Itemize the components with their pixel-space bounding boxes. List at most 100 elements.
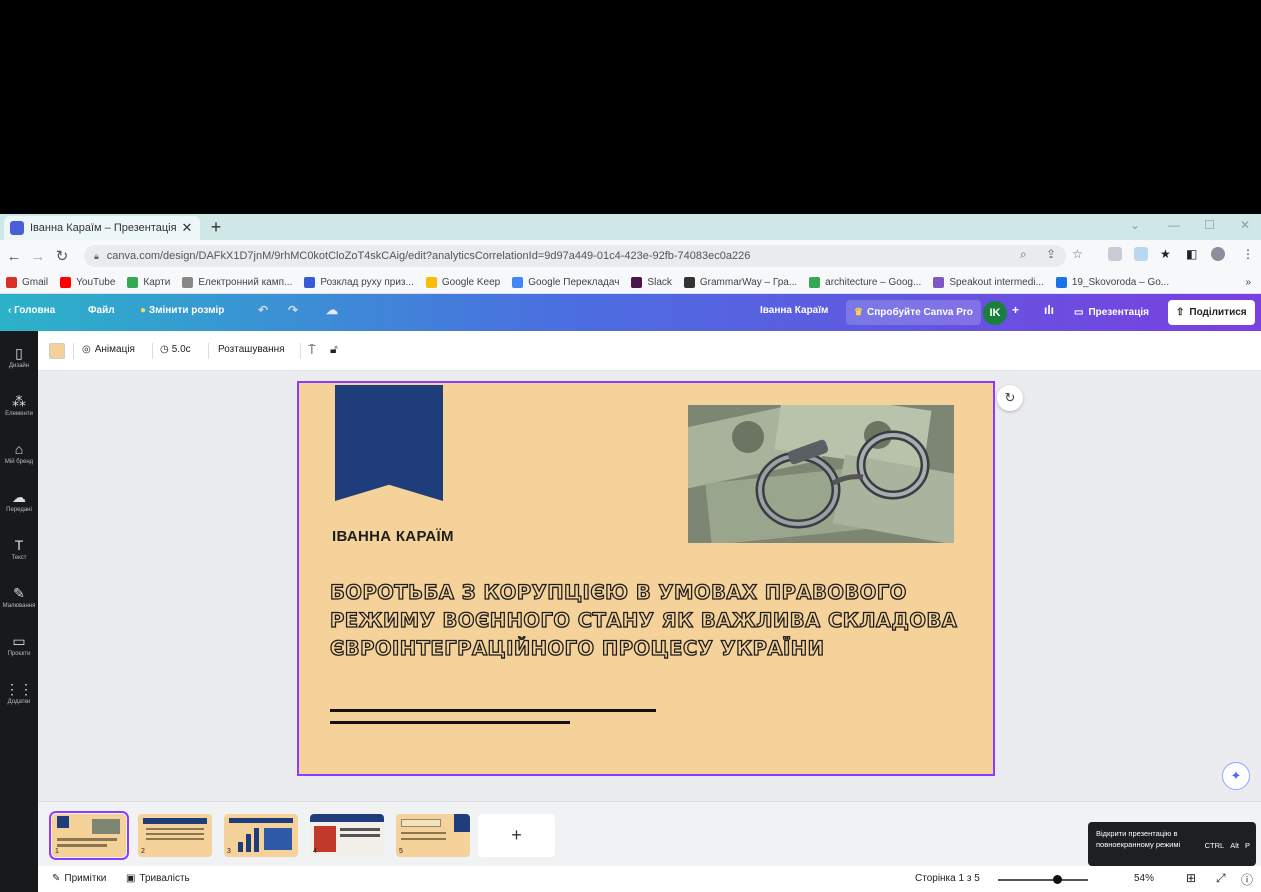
sidebar-icon: ▯ bbox=[15, 345, 23, 361]
share-page-icon[interactable]: ⇪ bbox=[1046, 247, 1056, 261]
notes-button[interactable]: ✎ Примітки bbox=[52, 873, 106, 884]
background-color-swatch[interactable] bbox=[49, 343, 65, 359]
bookmark-item[interactable]: Електронний камп... bbox=[182, 277, 292, 288]
bookmark-favicon-icon bbox=[1055, 277, 1067, 288]
bookmark-item[interactable]: 19_Skovoroda – Go... bbox=[1055, 277, 1169, 288]
profile-avatar-icon[interactable] bbox=[1211, 247, 1225, 261]
minimize-icon[interactable]: — bbox=[1168, 218, 1180, 232]
sidebar-icon: ⌂ bbox=[14, 441, 24, 457]
sidebar-item[interactable]: T Текст bbox=[0, 537, 38, 561]
browser-tab[interactable]: Іванна Караїм – Презентація ✕ bbox=[4, 216, 200, 240]
duration-button[interactable]: ◷ 5.0с bbox=[160, 344, 191, 355]
back-home-button[interactable]: ‹ Головна bbox=[8, 305, 55, 316]
bookmark-item[interactable]: GrammarWay – Гра... bbox=[683, 277, 797, 288]
zoom-icon[interactable]: ⌕ bbox=[1020, 247, 1027, 262]
design-owner-name[interactable]: Іванна Караїм bbox=[760, 305, 828, 316]
page-thumbnail-3[interactable]: 3 bbox=[224, 814, 298, 857]
reload-icon[interactable]: ↻ bbox=[52, 247, 72, 265]
add-page-button[interactable]: + bbox=[478, 814, 555, 857]
zoom-value[interactable]: 54% bbox=[1134, 873, 1154, 884]
browser-menu-icon[interactable]: ⋮ bbox=[1242, 247, 1254, 261]
sidebar-item[interactable]: ☁ Передані bbox=[0, 489, 38, 513]
tab-search-icon[interactable]: ⌄ bbox=[1130, 218, 1140, 232]
back-icon[interactable]: ← bbox=[4, 248, 24, 265]
more-bookmarks-button[interactable]: » bbox=[1245, 277, 1251, 288]
extensions-puzzle-icon[interactable]: ★ bbox=[1160, 247, 1171, 261]
close-window-icon[interactable]: ✕ bbox=[1240, 218, 1250, 232]
close-tab-icon[interactable]: ✕ bbox=[180, 220, 194, 236]
sidebar-item[interactable]: ⌂ Мій бренд bbox=[0, 441, 38, 465]
decorative-line-short[interactable] bbox=[330, 721, 570, 724]
redo-icon[interactable]: ↷ bbox=[288, 303, 298, 317]
paint-roller-icon[interactable]: ⍑ bbox=[308, 342, 316, 358]
bookmark-item[interactable]: Google Keep bbox=[425, 277, 500, 288]
handcuffs-money-photo[interactable] bbox=[688, 405, 954, 543]
page-thumbnail-2[interactable]: 2 bbox=[138, 814, 212, 857]
cloud-save-icon[interactable]: ☁ bbox=[326, 303, 338, 317]
help-icon[interactable]: ⓘ bbox=[1241, 871, 1253, 888]
bookmark-favicon-icon bbox=[425, 277, 437, 288]
duration-toggle-button[interactable]: ▣ Тривалість bbox=[126, 873, 190, 884]
sidebar-icon: ✎ bbox=[13, 585, 25, 601]
zoom-slider-handle[interactable] bbox=[1053, 875, 1062, 884]
animation-button[interactable]: ◎ Анімація bbox=[82, 344, 135, 355]
sidepanel-icon[interactable]: ◧ bbox=[1186, 247, 1197, 261]
fullscreen-icon[interactable]: ⤢ bbox=[1216, 871, 1226, 886]
undo-icon[interactable]: ↶ bbox=[258, 303, 268, 317]
add-collaborator-icon[interactable]: + bbox=[1012, 303, 1019, 317]
crown-icon: ♛ bbox=[854, 307, 863, 318]
black-letterbox bbox=[0, 0, 1261, 214]
page-indicator[interactable]: Сторінка 1 з 5 bbox=[915, 873, 980, 884]
share-button[interactable]: ⇧ Поділитися bbox=[1168, 300, 1255, 325]
new-tab-button[interactable]: + bbox=[206, 217, 226, 238]
page-thumbnail-1[interactable]: 1 bbox=[49, 811, 129, 860]
user-avatar[interactable]: IK bbox=[983, 301, 1007, 325]
page-thumbnail-4[interactable]: 4 bbox=[310, 814, 384, 857]
page-thumbnail-5[interactable]: 5 bbox=[396, 814, 470, 857]
bookmark-favicon-icon bbox=[933, 277, 945, 288]
grid-view-icon[interactable]: ⊞ bbox=[1186, 871, 1196, 885]
slide-canvas[interactable]: ІВАННА КАРАЇМ БОРОТЬБА З КОРУПЦІЄЮ В УМО… bbox=[297, 381, 995, 776]
sidebar-item[interactable]: ⁂ Елементи bbox=[0, 393, 38, 417]
file-menu-button[interactable]: Файл bbox=[88, 305, 115, 316]
sidebar-item[interactable]: ▭ Проєкти bbox=[0, 633, 38, 657]
zoom-slider[interactable] bbox=[998, 879, 1088, 881]
blue-ribbon-shape[interactable] bbox=[335, 385, 443, 501]
lock-icon: 🔒︎ bbox=[94, 250, 99, 261]
bookmark-item[interactable]: Розклад руху приз... bbox=[304, 277, 414, 288]
canvas-workspace: ІВАННА КАРАЇМ БОРОТЬБА З КОРУПЦІЄЮ В УМО… bbox=[38, 371, 1261, 801]
bookmark-item[interactable]: Карти bbox=[127, 277, 170, 288]
decorative-line-long[interactable] bbox=[330, 709, 656, 712]
extension-shield-icon[interactable] bbox=[1108, 247, 1122, 261]
tab-title: Іванна Караїм – Презентація bbox=[30, 222, 177, 234]
extension-icon[interactable] bbox=[1134, 247, 1148, 261]
bookmark-item[interactable]: YouTube bbox=[60, 277, 115, 288]
try-pro-button[interactable]: ♛ Спробуйте Canva Pro bbox=[846, 300, 981, 325]
bookmark-favicon-icon bbox=[60, 277, 72, 288]
bookmark-item[interactable]: Speakout intermedi... bbox=[933, 277, 1044, 288]
bookmark-favicon-icon bbox=[182, 277, 194, 288]
address-bar[interactable]: 🔒︎ canva.com/design/DAFkX1D7jnM/9rhMC0ko… bbox=[84, 245, 1066, 267]
sidebar-item[interactable]: ▯ Дизайн bbox=[0, 345, 38, 369]
bookmark-star-icon[interactable]: ☆ bbox=[1072, 247, 1083, 261]
sidebar-item[interactable]: ✎ Малювання bbox=[0, 585, 38, 609]
fullscreen-tooltip: Відкрити презентацію в повноекранному ре… bbox=[1088, 822, 1256, 866]
forward-icon[interactable]: → bbox=[28, 248, 48, 265]
bookmark-item[interactable]: Google Перекладач bbox=[512, 277, 619, 288]
lock-element-icon[interactable]: 🔓︎ bbox=[330, 342, 338, 357]
toolbar-divider bbox=[300, 343, 301, 359]
present-button[interactable]: ▭ Презентація bbox=[1066, 300, 1157, 325]
regenerate-icon[interactable]: ↻ bbox=[997, 385, 1023, 411]
maximize-icon[interactable]: ☐ bbox=[1204, 218, 1215, 232]
share-label: Поділитися bbox=[1189, 307, 1247, 318]
slide-title[interactable]: БОРОТЬБА З КОРУПЦІЄЮ В УМОВАХ ПРАВОВОГО … bbox=[329, 579, 970, 663]
bookmark-item[interactable]: architecture – Goog... bbox=[809, 277, 921, 288]
bookmark-item[interactable]: Slack bbox=[631, 277, 672, 288]
insights-chart-icon[interactable]: ılı bbox=[1044, 303, 1054, 317]
resize-button[interactable]: ● Змінити розмір bbox=[140, 305, 224, 316]
sidebar-item[interactable]: ⋮⋮ Додатки bbox=[0, 681, 38, 705]
position-button[interactable]: Розташування bbox=[218, 344, 285, 355]
slide-author[interactable]: ІВАННА КАРАЇМ bbox=[332, 528, 454, 545]
magic-assistant-icon[interactable]: ✦ bbox=[1222, 762, 1250, 790]
bookmark-item[interactable]: Gmail bbox=[6, 277, 48, 288]
